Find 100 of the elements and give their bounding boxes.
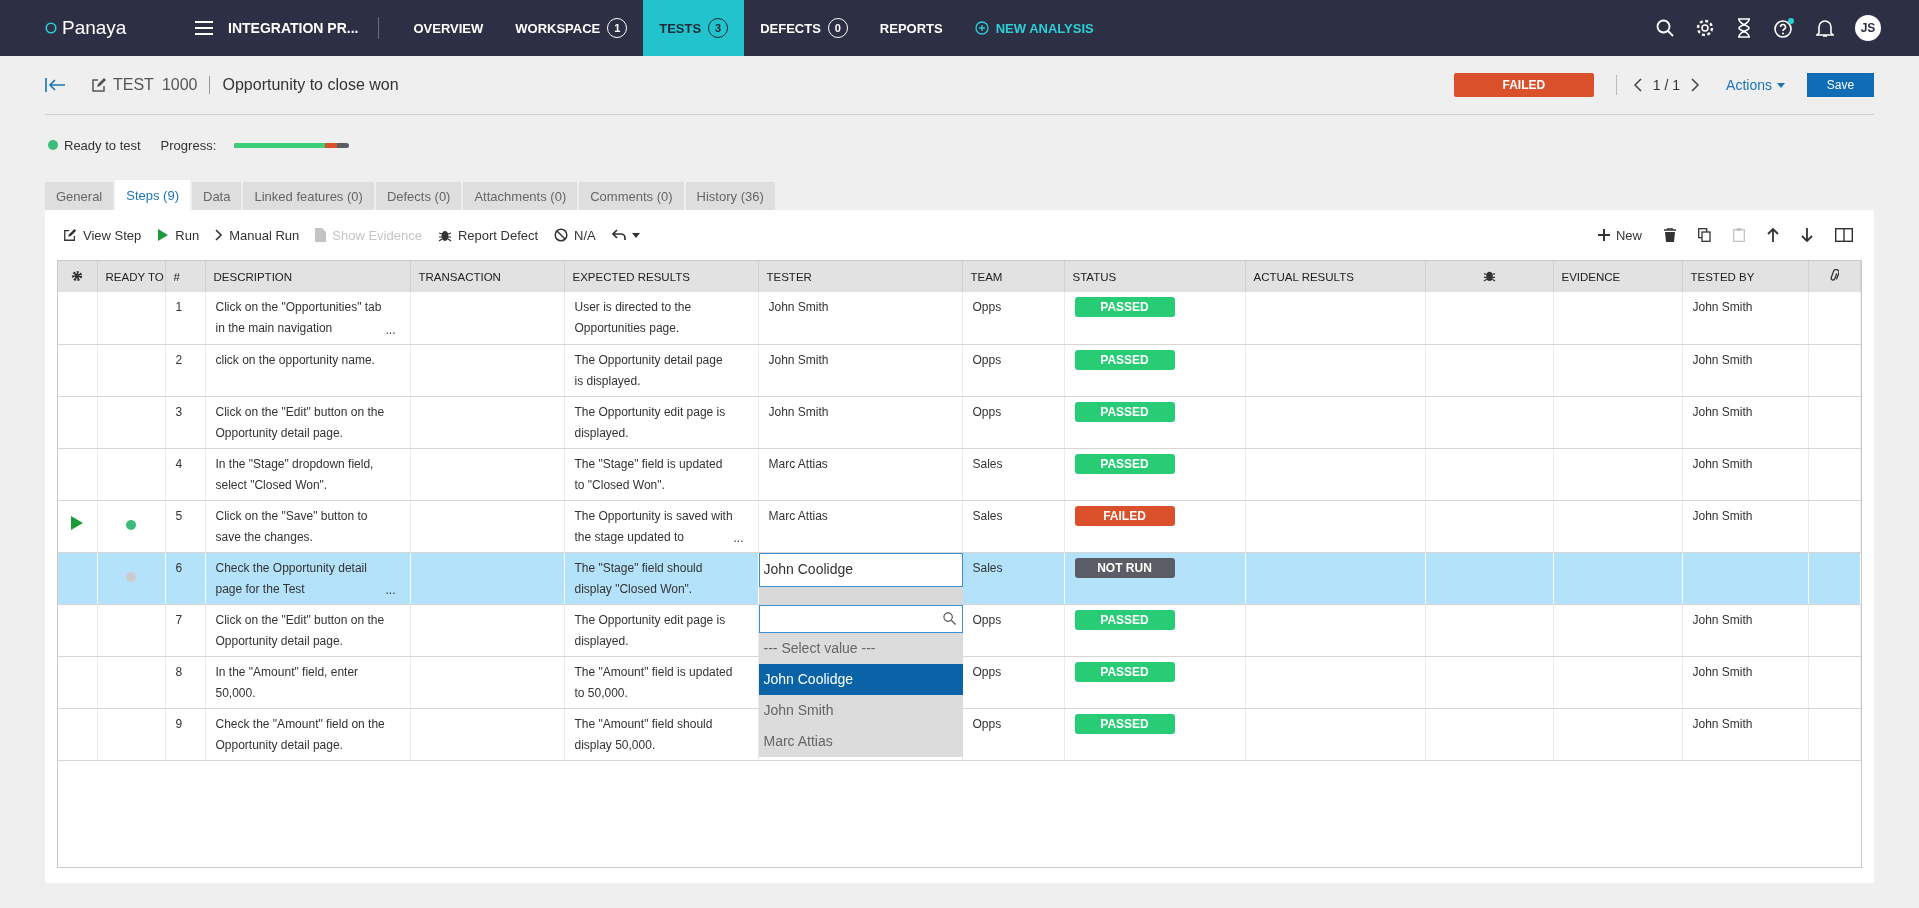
table-cell: 2	[175, 352, 183, 367]
table-cell: 1	[175, 300, 183, 314]
table-cell: The "Amount" field is updated to 50,000.	[574, 664, 733, 700]
table-cell: John Smith	[768, 300, 829, 314]
table-row[interactable]: 1 Click on the "Opportunities" tab in the main navigation ... User is directed to the Opportunities page. John Smith Opps PASSED John Smith	[58, 292, 1860, 344]
chevron-right-icon	[215, 229, 224, 241]
settings-icon[interactable]	[1695, 18, 1715, 38]
table-row[interactable]: 3 Click on the "Edit" button on the Opportunity detail page. The Opportunity edit page is displayed. John Smith Opps PASSED John Smith	[58, 396, 1860, 448]
paperclip-icon	[1829, 269, 1839, 282]
table-cell: Sales	[972, 456, 1003, 471]
tab[interactable]: Comments (0)	[579, 182, 684, 210]
actions-menu[interactable]: Actions	[1720, 76, 1791, 94]
table-cell: 3	[175, 404, 183, 419]
play-icon[interactable]	[70, 514, 85, 531]
search-icon[interactable]	[1656, 19, 1674, 37]
menu-icon[interactable]	[195, 21, 213, 35]
table-row[interactable]: 4 In the "Stage" dropdown field, select "Closed Won". The "Stage" field is updated to "Closed Won". Marc Attias Sales PASSED John Smith	[58, 448, 1860, 500]
table-cell: Opps	[972, 716, 1002, 731]
copy-icon	[1698, 228, 1711, 242]
tab[interactable]: General	[45, 182, 114, 210]
more-ellipsis[interactable]: ...	[385, 319, 396, 341]
test-id: 1000	[161, 76, 198, 94]
help-icon[interactable]	[1773, 17, 1795, 39]
caret-down-icon	[1777, 82, 1785, 88]
tab[interactable]: Defects (0)	[375, 182, 462, 210]
table-cell: The Opportunity is saved with the stage updated to	[574, 508, 733, 544]
toolbar-button[interactable]: N/A	[548, 223, 602, 247]
nav-tab[interactable]: OVERVIEW	[397, 0, 500, 56]
table-cell: Opps	[972, 664, 1002, 679]
toolbar-button[interactable]: View Step	[57, 223, 148, 247]
tab[interactable]: Attachments (0)	[463, 182, 578, 210]
table-cell: John Smith	[768, 404, 829, 419]
table-cell: Check the Opportunity detail page for the Test	[215, 560, 367, 596]
column-header[interactable]: DESCRIPTION	[213, 270, 293, 283]
toolbar-button[interactable]: Report Defect	[431, 223, 545, 247]
user-avatar[interactable]: JS	[1855, 15, 1881, 41]
table-cell: John Smith	[1692, 508, 1753, 523]
table-cell: 4	[175, 456, 183, 471]
plus-icon	[1598, 229, 1610, 241]
trash-icon	[1664, 228, 1676, 242]
table-cell: 7	[175, 612, 183, 627]
table-cell: In the "Stage" dropdown field, select "Closed Won".	[215, 456, 374, 492]
new-analysis-link[interactable]: NEW ANALYSIS	[958, 0, 1110, 56]
tab[interactable]: Data	[192, 182, 242, 210]
table-cell: John Smith	[1692, 664, 1753, 679]
table-cell: User is directed to the Opportunities page.	[574, 300, 692, 335]
save-button[interactable]: Save	[1807, 73, 1874, 97]
test-title: Opportunity to close won	[222, 76, 399, 94]
table-cell: The Opportunity edit page is displayed.	[574, 404, 726, 440]
column-header[interactable]: TEAM	[970, 270, 1003, 283]
table-cell: John Smith	[1692, 716, 1753, 731]
status-badge[interactable]: FAILED	[1074, 505, 1175, 526]
hourglass-icon[interactable]	[1736, 18, 1752, 38]
new-button[interactable]: New	[1589, 223, 1651, 247]
file-icon	[315, 228, 327, 242]
logo-text[interactable]: Panaya	[62, 17, 127, 39]
plus-circle-icon	[974, 21, 989, 35]
tester-dropdown[interactable]: John Coolidge	[758, 552, 963, 587]
table-cell: Sales	[972, 508, 1003, 523]
toolbar-button[interactable]: Run	[151, 223, 206, 247]
edit-icon[interactable]	[91, 77, 107, 93]
dropdown-option[interactable]: --- Select value ---	[758, 632, 963, 664]
table-cell: 5	[175, 508, 183, 523]
dropdown-option[interactable]: Marc Attias	[758, 725, 963, 757]
status-badge: FAILED	[1453, 73, 1594, 97]
dropdown-option[interactable]: John Smith	[758, 694, 963, 726]
back-icon[interactable]	[45, 77, 67, 93]
table-cell: John Smith	[768, 352, 829, 367]
ban-icon	[554, 228, 569, 242]
column-header[interactable]: STATUS	[1072, 270, 1117, 283]
tab[interactable]: Steps (9)	[115, 180, 190, 210]
search-field[interactable]	[758, 604, 963, 633]
tab[interactable]: Linked features (0)	[243, 182, 374, 210]
dropdown-option[interactable]: John Coolidge	[758, 663, 963, 695]
nav-tab[interactable]: REPORTS	[863, 0, 959, 56]
table-row[interactable]: 5 Click on the "Save" button to save the changes. The Opportunity is saved with the stage updated to ... Marc Attias Sales FAILED John Smith	[58, 500, 1860, 552]
tab[interactable]: History (36)	[685, 182, 775, 210]
table-cell: Click on the "Edit" button on the Opportunity detail page.	[215, 612, 385, 648]
nav-tab[interactable]: DEFECTS 0	[744, 0, 864, 56]
chevron-left-icon[interactable]	[1632, 78, 1643, 92]
toolbar-button[interactable]: Manual Run	[209, 223, 306, 247]
bell-icon[interactable]	[1816, 18, 1834, 38]
table-cell: Opps	[972, 300, 1002, 314]
table-cell: John Smith	[1692, 300, 1753, 314]
nav-tab[interactable]: WORKSPACE 1	[499, 0, 644, 56]
column-header[interactable]: TESTER	[766, 270, 812, 283]
arrow-down-icon	[1801, 228, 1813, 242]
gear-icon[interactable]	[71, 269, 84, 282]
more-ellipsis[interactable]: ...	[385, 579, 396, 601]
table-cell: 9	[175, 716, 183, 731]
table-row[interactable]: 2 click on the opportunity name. The Opportunity detail page is displayed. John Smith Opps PASSED John Smith	[58, 344, 1860, 396]
chevron-right-icon[interactable]	[1690, 78, 1701, 92]
more-ellipsis[interactable]: ...	[733, 527, 744, 549]
table-cell: The "Stage" field is updated to "Closed Won".	[574, 456, 723, 492]
project-name[interactable]: INTEGRATION PR...	[228, 20, 359, 36]
column-header[interactable]: EVIDENCE	[1561, 270, 1621, 283]
column-header[interactable]: #	[173, 270, 180, 283]
status-badge[interactable]: NOT RUN	[1074, 557, 1175, 578]
table-cell: 6	[175, 560, 183, 575]
nav-tab[interactable]: TESTS 3	[643, 0, 745, 56]
